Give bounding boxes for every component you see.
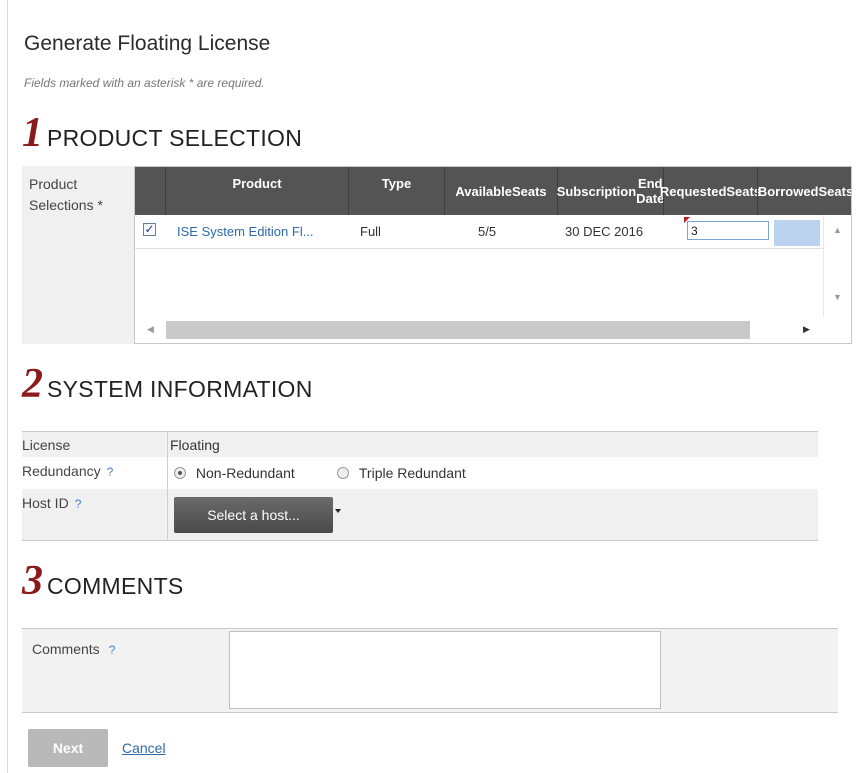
table-header: Product Type Available Seats Subscription… xyxy=(135,167,851,215)
borrowed-seats-cell[interactable] xyxy=(774,220,820,246)
chevron-down-icon[interactable] xyxy=(335,509,341,513)
comments-help-icon[interactable]: ? xyxy=(109,643,116,657)
header-type[interactable]: Type xyxy=(348,167,444,215)
redundancy-option-triple-redundant[interactable]: Triple Redundant xyxy=(337,465,466,481)
radio-selected-icon[interactable] xyxy=(174,467,186,479)
select-host-button[interactable]: Select a host... xyxy=(174,497,333,533)
redundancy-help-icon[interactable]: ? xyxy=(107,465,114,479)
horizontal-scroll-thumb[interactable] xyxy=(166,321,750,339)
scroll-up-icon[interactable]: ▲ xyxy=(833,225,842,235)
comments-table: Comments? xyxy=(22,628,838,713)
row-select-checkbox[interactable]: ✓ xyxy=(143,223,156,236)
section-comments-heading: 3 COMMENTS xyxy=(22,560,184,602)
scroll-left-icon[interactable]: ◀ xyxy=(147,324,154,335)
header-product[interactable]: Product xyxy=(165,167,348,215)
comments-textarea[interactable] xyxy=(229,631,661,709)
column-divider xyxy=(167,431,168,541)
license-row: License Floating xyxy=(22,431,818,457)
license-label: License xyxy=(22,437,71,453)
scroll-right-icon[interactable]: ▶ xyxy=(803,324,810,335)
section-system-information-heading: 2 SYSTEM INFORMATION xyxy=(22,363,313,405)
section-number: 2 xyxy=(22,361,43,407)
product-selection-table: Product Type Available Seats Subscription… xyxy=(134,166,852,344)
redundancy-label: Redundancy? xyxy=(22,463,114,479)
section-title: PRODUCT SELECTION xyxy=(47,125,303,151)
available-seats: 5/5 xyxy=(478,224,497,239)
section-product-selection-heading: 1 PRODUCT SELECTION xyxy=(22,112,302,154)
section-title: SYSTEM INFORMATION xyxy=(47,376,313,402)
license-value: Floating xyxy=(170,437,220,453)
product-name-link[interactable]: ISE System Edition Fl... xyxy=(177,224,314,239)
host-id-help-icon[interactable]: ? xyxy=(75,497,82,511)
vertical-scrollbar[interactable]: ▲ ▼ xyxy=(823,215,851,343)
horizontal-scrollbar[interactable]: ◀ ▶ xyxy=(135,317,825,343)
redundancy-row: Redundancy? Non-Redundant Triple Redunda… xyxy=(22,457,818,489)
scroll-down-icon[interactable]: ▼ xyxy=(833,292,842,302)
header-available-seats[interactable]: Available Seats xyxy=(444,167,557,215)
section-title: COMMENTS xyxy=(47,573,184,599)
redundancy-option-non-redundant[interactable]: Non-Redundant xyxy=(174,465,295,481)
header-subscription-end-date[interactable]: Subscription End Date xyxy=(557,167,664,215)
radio-unselected-icon[interactable] xyxy=(337,467,349,479)
system-information-table: License Floating Redundancy? Non-Redunda… xyxy=(22,431,818,541)
page-title: Generate Floating License xyxy=(24,32,271,55)
product-type: Full xyxy=(360,224,381,239)
page-left-border xyxy=(7,0,8,773)
header-requested-seats[interactable]: Requested Seats xyxy=(660,167,761,215)
subscription-end-date: 30 DEC 2016 xyxy=(565,224,644,239)
header-select-column xyxy=(135,167,165,215)
requested-seats-input[interactable] xyxy=(687,221,769,240)
section-number: 3 xyxy=(22,558,43,604)
next-button[interactable]: Next xyxy=(28,729,108,767)
section-number: 1 xyxy=(22,110,43,156)
host-id-label: Host ID? xyxy=(22,495,82,511)
header-borrowed-seats[interactable]: Borrowed Seats xyxy=(757,167,851,215)
cancel-link[interactable]: Cancel xyxy=(122,740,166,756)
table-row[interactable]: ✓ ISE System Edition Fl... Full 5/5 30 D… xyxy=(135,215,825,249)
host-id-row: Host ID? Select a host... xyxy=(22,489,818,541)
comments-label: Comments? xyxy=(32,641,116,657)
required-fields-note: Fields marked with an asterisk * are req… xyxy=(24,76,265,90)
product-selections-label: Product Selections * xyxy=(29,176,103,213)
product-selections-label-cell: Product Selections * xyxy=(22,166,134,344)
